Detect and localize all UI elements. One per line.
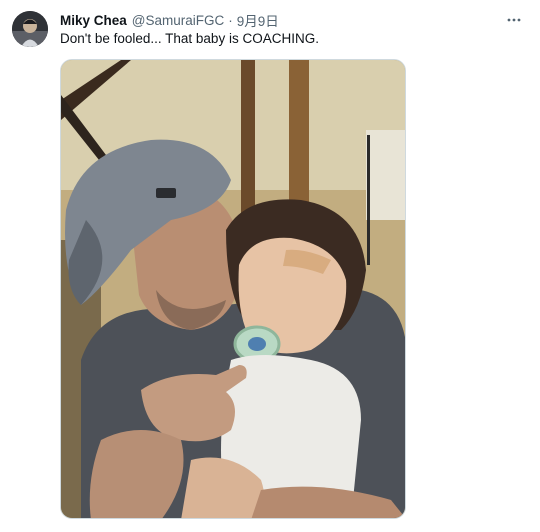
author-name[interactable]: Miky Chea — [60, 13, 127, 28]
tweet-header: Miky Chea @SamuraiFGC · 9月9日 — [60, 10, 279, 30]
author-handle[interactable]: @SamuraiFGC — [132, 13, 224, 28]
separator-dot: · — [228, 12, 233, 28]
more-horizontal-icon — [507, 18, 521, 22]
avatar-image — [12, 11, 48, 47]
more-button[interactable] — [502, 8, 526, 32]
tweet-photo[interactable] — [60, 59, 406, 519]
tweet-text: Don't be fooled... That baby is COACHING… — [60, 31, 319, 46]
photo-image — [61, 60, 405, 518]
author-avatar[interactable] — [12, 11, 48, 47]
tweet-date[interactable]: 9月9日 — [237, 10, 279, 30]
tweet[interactable]: Miky Chea @SamuraiFGC · 9月9日 Don't be fo… — [0, 0, 540, 532]
